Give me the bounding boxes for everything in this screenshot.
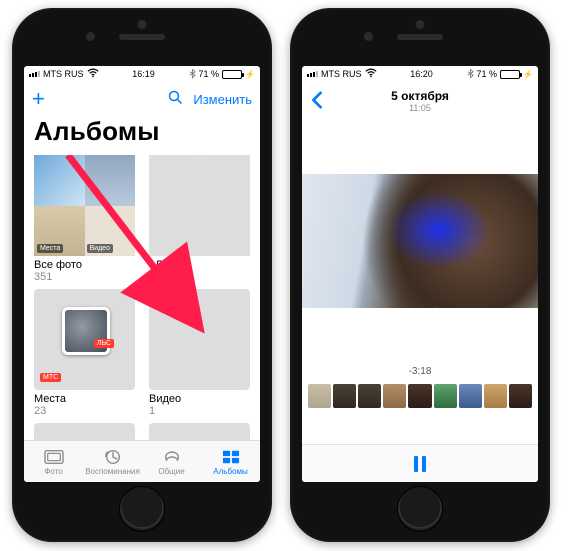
album-places[interactable]: МТС ЛЬС Места 23 xyxy=(34,289,135,417)
album-name: ..Люди xyxy=(149,259,250,271)
album-thumb xyxy=(149,423,250,440)
album-name: Видео xyxy=(149,393,250,405)
video-frame[interactable] xyxy=(302,174,538,308)
scrubber-thumb xyxy=(383,384,406,408)
album-all-photos[interactable]: Места Видео Все фото 351 xyxy=(34,155,135,283)
back-button[interactable] xyxy=(310,91,324,112)
screen-video-playback: MTS RUS 16:20 71 % ⚡ xyxy=(302,66,538,482)
album-extra-1[interactable] xyxy=(34,423,135,440)
nav-title: 5 октября xyxy=(324,89,516,103)
status-bar: MTS RUS 16:19 71 % ⚡ xyxy=(24,66,260,82)
phone-frame-right: MTS RUS 16:20 71 % ⚡ xyxy=(290,8,550,542)
bluetooth-icon xyxy=(189,68,196,81)
page-title: Альбомы xyxy=(24,116,260,155)
scrubber-thumb xyxy=(459,384,482,408)
scrubber-thumb xyxy=(408,384,431,408)
sensor-dot xyxy=(416,20,425,29)
nav-bar: + Изменить xyxy=(24,82,260,116)
tab-shared[interactable]: Общие xyxy=(142,441,201,482)
wifi-icon xyxy=(365,68,377,81)
album-name: Места xyxy=(34,393,135,405)
battery-icon xyxy=(222,70,242,79)
search-icon[interactable] xyxy=(168,90,183,108)
nav-bar: 5 октября 11:05 xyxy=(302,82,538,120)
pause-button[interactable] xyxy=(414,456,426,472)
scrubber-thumb xyxy=(308,384,331,408)
scrubber-thumb xyxy=(358,384,381,408)
carrier-label: MTS RUS xyxy=(43,69,84,79)
bluetooth-icon xyxy=(467,68,474,81)
signal-icon xyxy=(29,71,40,77)
tab-memories[interactable]: Воспоминания xyxy=(83,441,142,482)
video-scrubber[interactable] xyxy=(302,381,538,411)
tab-label: Общие xyxy=(158,467,184,476)
clock-label: 16:20 xyxy=(410,69,433,79)
phone-frame-left: MTS RUS 16:19 71 % ⚡ + xyxy=(12,8,272,542)
nav-subtitle: 11:05 xyxy=(324,103,516,113)
time-remaining-label: -3:18 xyxy=(302,366,538,377)
map-badge: ЛЬС xyxy=(94,339,114,348)
album-extra-2[interactable] xyxy=(149,423,250,440)
album-count: 23 xyxy=(34,405,135,417)
album-thumb xyxy=(34,423,135,440)
tab-photos[interactable]: Фото xyxy=(24,441,83,482)
battery-icon xyxy=(500,70,520,79)
scrubber-thumb xyxy=(434,384,457,408)
playback-toolbar xyxy=(302,444,538,482)
signal-icon xyxy=(307,71,318,77)
album-thumb xyxy=(149,289,250,390)
charging-icon: ⚡ xyxy=(245,70,255,79)
home-button[interactable] xyxy=(397,486,443,532)
albums-grid: Места Видео Все фото 351 ..Люди xyxy=(34,155,250,440)
status-bar: MTS RUS 16:20 71 % ⚡ xyxy=(302,66,538,82)
carrier-label: MTS RUS xyxy=(321,69,362,79)
video-still xyxy=(302,174,538,308)
battery-percent: 71 % xyxy=(477,69,498,79)
scrubber-thumb xyxy=(484,384,507,408)
map-badge: МТС xyxy=(40,373,61,382)
screen-albums: MTS RUS 16:19 71 % ⚡ + xyxy=(24,66,260,482)
charging-icon: ⚡ xyxy=(523,70,533,79)
add-album-button[interactable]: + xyxy=(32,88,45,110)
album-count: 1 xyxy=(149,405,250,417)
clock-label: 16:19 xyxy=(132,69,155,79)
album-count: 351 xyxy=(34,271,135,283)
tab-bar: Фото Воспоминания Общие Альбомы xyxy=(24,440,260,482)
front-camera xyxy=(86,32,95,41)
home-button[interactable] xyxy=(119,486,165,532)
tab-label: Воспоминания xyxy=(85,467,140,476)
album-thumb: Места Видео xyxy=(34,155,135,256)
earpiece-speaker xyxy=(397,34,443,40)
scrubber-thumb xyxy=(509,384,532,408)
thumb-tag: Видео xyxy=(87,244,113,253)
scrubber-thumb xyxy=(333,384,356,408)
tab-albums[interactable]: Альбомы xyxy=(201,441,260,482)
battery-percent: 71 % xyxy=(199,69,220,79)
album-videos[interactable]: Видео 1 xyxy=(149,289,250,417)
wifi-icon xyxy=(87,68,99,81)
album-thumb xyxy=(149,155,250,256)
front-camera xyxy=(364,32,373,41)
sensor-dot xyxy=(138,20,147,29)
album-people[interactable]: ..Люди xyxy=(149,155,250,283)
earpiece-speaker xyxy=(119,34,165,40)
album-thumb: МТС ЛЬС xyxy=(34,289,135,390)
tab-label: Фото xyxy=(44,467,62,476)
video-area: -3:18 xyxy=(302,120,538,444)
thumb-tag: Места xyxy=(37,244,63,253)
edit-button[interactable]: Изменить xyxy=(193,92,252,107)
album-name: Все фото xyxy=(34,259,135,271)
tab-label: Альбомы xyxy=(213,467,247,476)
